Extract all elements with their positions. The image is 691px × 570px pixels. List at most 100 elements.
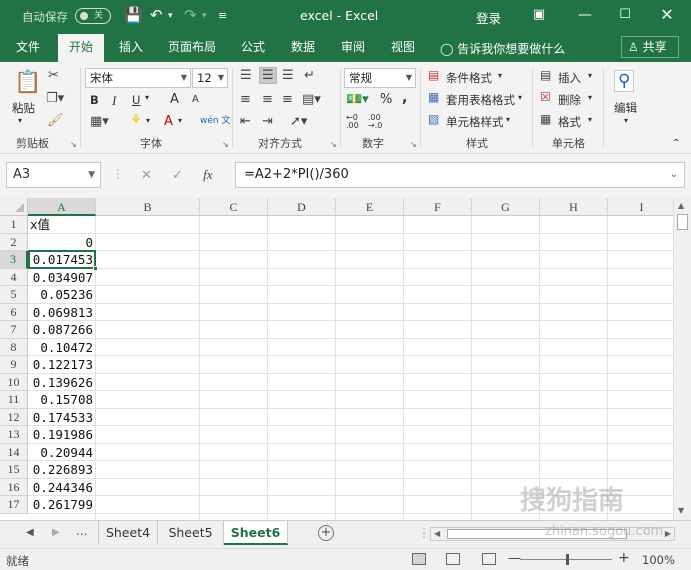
row-header[interactable]: 1 (0, 216, 28, 234)
column-header-b[interactable]: B (96, 198, 200, 216)
align-bottom-icon[interactable]: ☰ (282, 68, 294, 83)
minimize-icon[interactable]: — (574, 5, 596, 25)
cancel-icon[interactable]: ✕ (141, 168, 152, 183)
tab-review[interactable]: 审阅 (332, 32, 374, 62)
column-header-i[interactable]: I (608, 198, 676, 216)
conditional-formatting-icon[interactable]: ▤ (428, 68, 439, 82)
sheet-tab-sheet4[interactable]: Sheet4 (98, 521, 158, 545)
row-header[interactable]: 16 (0, 478, 28, 496)
column-header-c[interactable]: C (200, 198, 268, 216)
cell-styles-icon[interactable]: ▧ (428, 112, 439, 126)
add-sheet-icon[interactable]: + (318, 525, 334, 541)
row-header[interactable]: 3 (0, 251, 28, 269)
paste-label[interactable]: 粘贴 (12, 100, 35, 116)
chevron-down-icon[interactable]: ▾ (498, 71, 502, 80)
paste-dropdown-icon[interactable]: ▾ (18, 116, 22, 125)
row-header[interactable]: 17 (0, 496, 28, 514)
resize-handle-icon[interactable]: ⋮ (112, 167, 124, 181)
tab-insert[interactable]: 插入 (110, 32, 152, 62)
column-header-a[interactable]: A (28, 198, 96, 216)
row-header[interactable]: 15 (0, 461, 28, 479)
scroll-right-icon[interactable]: ▶ (665, 529, 671, 538)
cell-a5[interactable]: 0.05236 (30, 286, 96, 304)
font-size-select[interactable]: 12 ▼ (192, 68, 228, 88)
align-middle-icon[interactable]: ☰ (259, 67, 277, 84)
phonetic-guide-button[interactable]: wén 文 (200, 113, 230, 126)
underline-dropdown-icon[interactable]: ▾ (145, 93, 149, 102)
format-as-table-button[interactable]: 套用表格格式 (446, 92, 515, 108)
cell-a7[interactable]: 0.087266 (30, 321, 96, 339)
italic-button[interactable]: I (112, 93, 116, 109)
cell-a13[interactable]: 0.191986 (30, 426, 96, 444)
align-right-icon[interactable]: ≡ (282, 92, 293, 107)
insert-function-icon[interactable]: fx (203, 167, 212, 182)
column-header-h[interactable]: H (540, 198, 608, 216)
chevron-down-icon[interactable]: ▼ (88, 163, 95, 187)
increase-font-button[interactable]: A (170, 92, 179, 107)
zoom-in-icon[interactable]: + (618, 550, 630, 566)
copy-icon[interactable]: ❐▾ (46, 91, 64, 106)
cut-icon[interactable]: ✂ (48, 68, 59, 83)
decrease-indent-icon[interactable]: ⇤ (240, 114, 251, 129)
increase-indent-icon[interactable]: ⇥ (262, 114, 273, 129)
insert-cells-button[interactable]: 插入 (558, 70, 581, 86)
column-header-d[interactable]: D (268, 198, 336, 216)
format-painter-icon[interactable]: 🖌 (47, 113, 64, 128)
insert-cells-icon[interactable]: ▤ (540, 68, 551, 82)
orientation-icon[interactable]: ➚▾ (290, 114, 307, 129)
next-sheet-icon[interactable]: ▶ (52, 527, 60, 538)
sheet-tab-sheet5[interactable]: Sheet5 (158, 521, 224, 545)
cell-a4[interactable]: 0.034907 (30, 269, 96, 287)
expand-formula-bar-icon[interactable]: ⌄ (670, 163, 678, 187)
maximize-icon[interactable]: ☐ (614, 5, 636, 25)
prev-sheet-icon[interactable]: ◀ (26, 527, 34, 538)
undo-icon[interactable]: ↶ (150, 6, 163, 24)
cell-a16[interactable]: 0.244346 (30, 479, 96, 497)
font-name-select[interactable]: 宋体 ▼ (85, 68, 191, 88)
save-icon[interactable]: 💾 (124, 6, 143, 24)
collapse-ribbon-icon[interactable]: ⌃ (672, 138, 680, 149)
delete-cells-icon[interactable]: ☒ (540, 90, 551, 104)
row-header[interactable]: 9 (0, 356, 28, 374)
splitter-handle-icon[interactable]: ⋮ (418, 526, 430, 540)
row-header[interactable]: 5 (0, 286, 28, 304)
ribbon-display-options-icon[interactable]: ▣ (528, 5, 550, 25)
name-box[interactable]: A3 ▼ (6, 162, 101, 188)
chevron-down-icon[interactable]: ▾ (624, 116, 628, 125)
autosave-toggle[interactable]: 关 (75, 8, 111, 24)
borders-icon[interactable]: ▦▾ (90, 114, 109, 129)
conditional-formatting-button[interactable]: 条件格式 (446, 70, 492, 86)
normal-view-icon[interactable] (412, 553, 426, 565)
redo-icon[interactable]: ↷ (184, 6, 197, 24)
cell-a1[interactable]: x值 (30, 216, 96, 234)
scroll-up-icon[interactable]: ▲ (678, 201, 684, 210)
scroll-left-icon[interactable]: ◀ (434, 529, 440, 538)
row-header[interactable]: 8 (0, 338, 28, 356)
cell-styles-button[interactable]: 单元格样式 (446, 114, 504, 130)
align-left-icon[interactable]: ≡ (240, 92, 251, 107)
chevron-down-icon[interactable]: ▾ (588, 115, 592, 124)
close-icon[interactable]: ✕ (656, 5, 678, 25)
login-button[interactable]: 登录 (476, 8, 501, 27)
share-button[interactable]: ♙ 共享 (621, 36, 679, 58)
tab-formulas[interactable]: 公式 (232, 32, 274, 62)
format-cells-button[interactable]: 格式 (558, 114, 581, 130)
cell-a10[interactable]: 0.139626 (30, 374, 96, 392)
cell-a8[interactable]: 0.10472 (30, 339, 96, 357)
number-format-select[interactable]: 常规 ▼ (344, 68, 416, 88)
tab-file[interactable]: 文件 (6, 32, 50, 62)
zoom-slider-knob[interactable] (566, 554, 569, 565)
customize-qat-icon[interactable]: ≡ (218, 9, 227, 22)
tab-page-layout[interactable]: 页面布局 (162, 32, 222, 62)
cell-a6[interactable]: 0.069813 (30, 304, 96, 322)
tell-me-search[interactable]: ◯ 告诉我你想要做什么 (440, 40, 565, 57)
row-header[interactable]: 2 (0, 233, 28, 251)
format-cells-icon[interactable]: ▦ (540, 112, 551, 126)
enter-icon[interactable]: ✓ (172, 168, 183, 183)
vertical-scrollbar[interactable]: ▲ ▼ (673, 198, 691, 520)
font-color-dropdown-icon[interactable]: ▾ (178, 116, 182, 125)
redo-dropdown-icon[interactable]: ▾ (202, 11, 207, 21)
row-header[interactable]: 6 (0, 303, 28, 321)
select-all-corner[interactable] (0, 198, 28, 216)
tab-view[interactable]: 视图 (382, 32, 424, 62)
